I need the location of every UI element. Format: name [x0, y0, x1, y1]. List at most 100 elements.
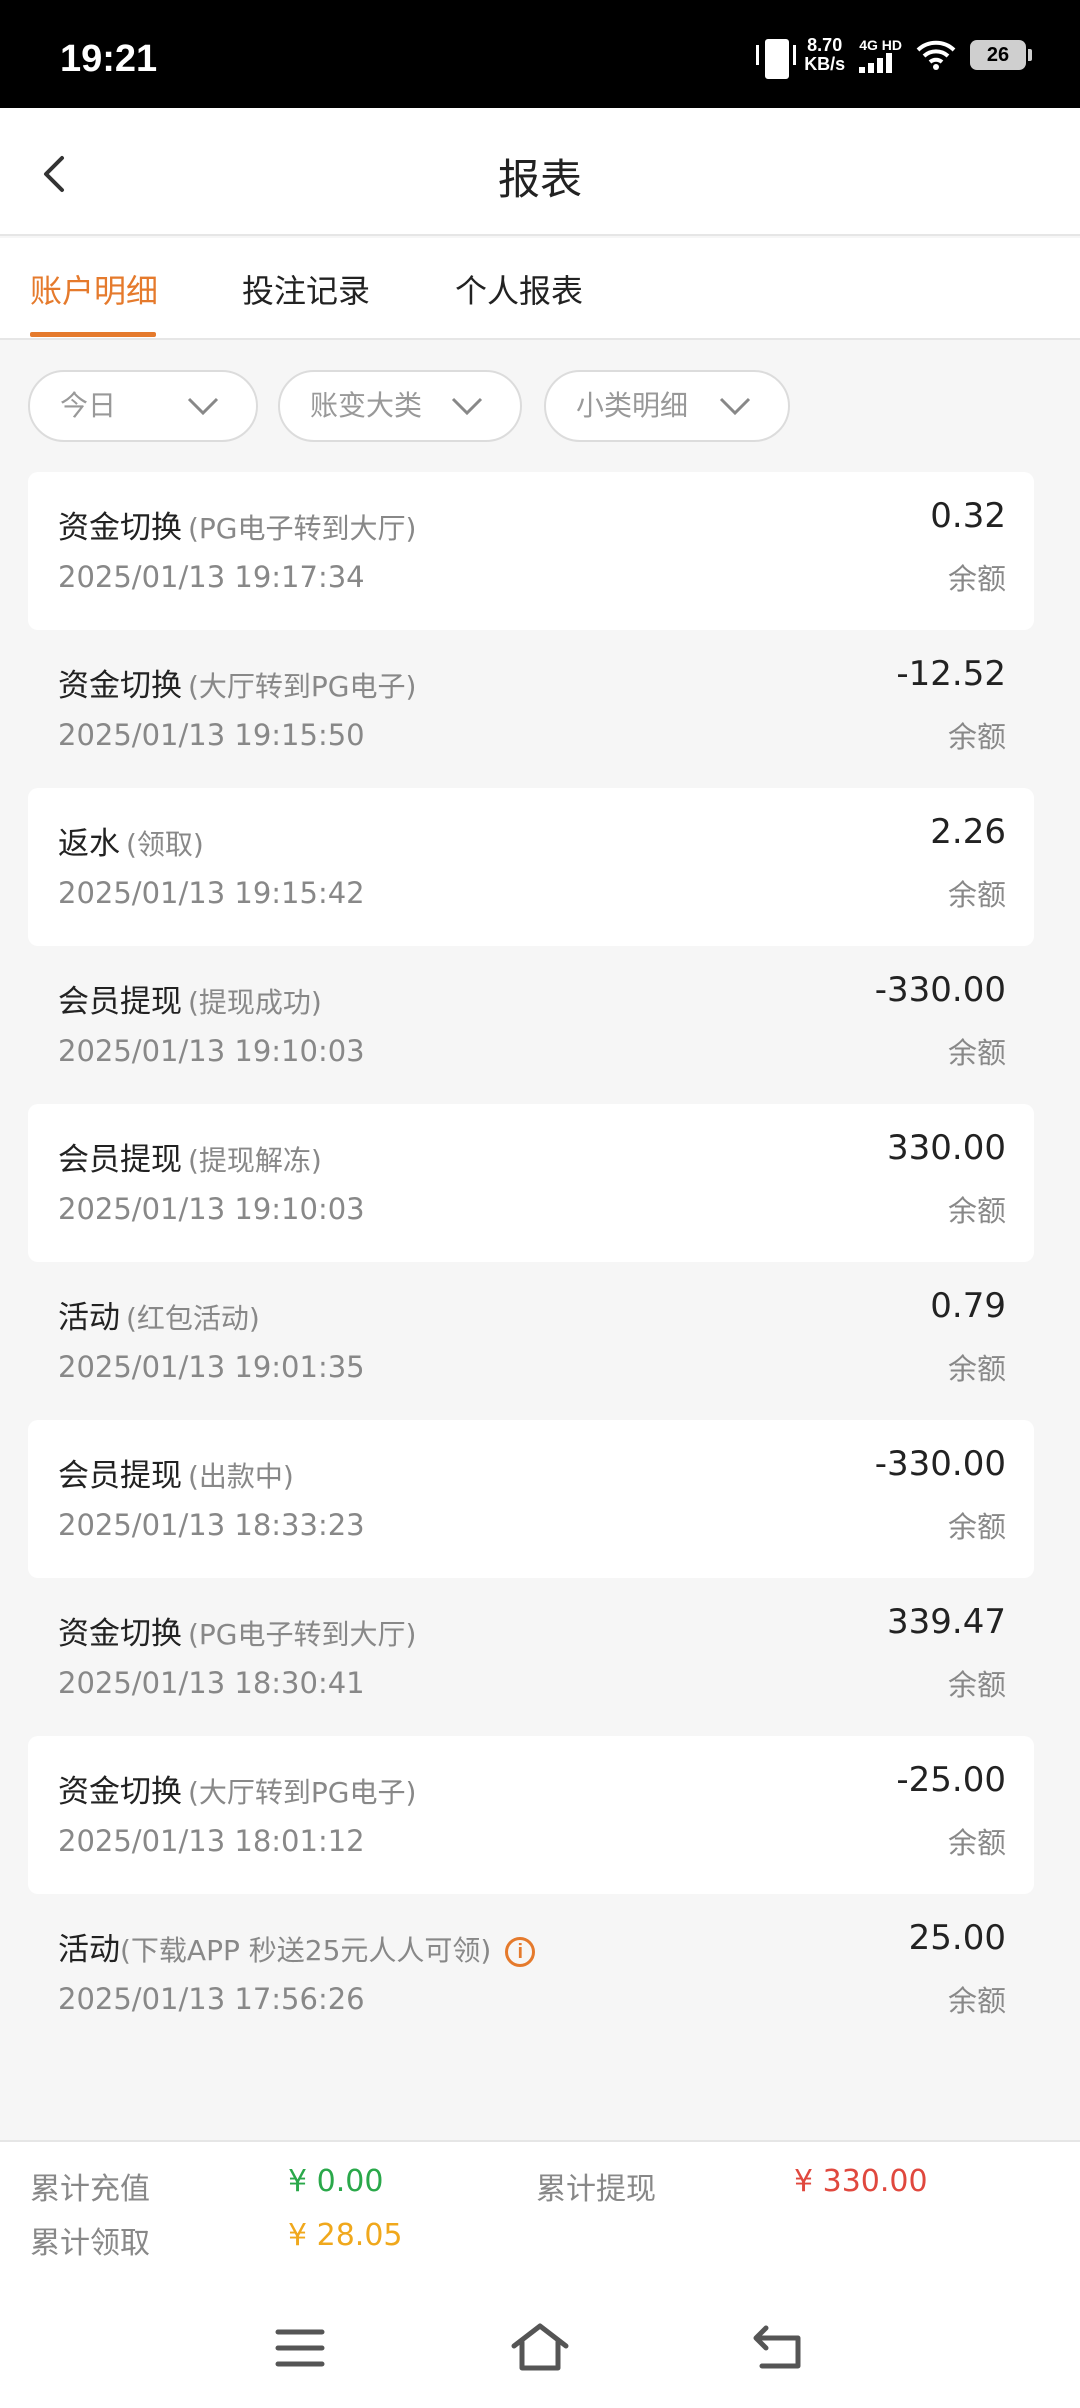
item-detail: (提现成功) — [188, 986, 322, 1019]
chevron-down-icon — [451, 397, 483, 416]
item-amount: -12.52 — [896, 654, 1006, 694]
item-detail: (PG电子转到大厅) — [188, 1618, 417, 1651]
withdraw-label: 累计提现 — [536, 2172, 656, 2207]
filter-subcategory[interactable]: 小类明细 — [544, 370, 790, 442]
list-item[interactable]: 活动(下载APP 秒送25元人人可领) i 2025/01/13 17:56:26… — [28, 1894, 1034, 2052]
status-bar: 19:21 8.70 KB/s 4G HD 26 — [0, 0, 1080, 108]
item-balance-label: 余额 — [947, 1194, 1006, 1228]
home-icon[interactable] — [510, 2322, 570, 2372]
item-amount: 25.00 — [908, 1918, 1006, 1958]
tab-account-details[interactable]: 账户明细 — [30, 266, 158, 312]
item-title: 资金切换 — [58, 510, 182, 546]
item-balance-label: 余额 — [947, 1668, 1006, 1702]
app-header: 报表 — [0, 108, 1080, 236]
summary-panel: 累计充值 ¥ 0.00 累计提现 ¥ 330.00 累计领取 ¥ 28.05 — [0, 2140, 1080, 2282]
chevron-down-icon — [187, 397, 219, 416]
item-detail: (提现解冻) — [188, 1144, 322, 1177]
list-item[interactable]: 资金切换 (PG电子转到大厅) 2025/01/13 18:30:41 339.4… — [28, 1578, 1034, 1736]
item-date: 2025/01/13 19:10:03 — [58, 1034, 365, 1068]
claim-value: ¥ 28.05 — [288, 2218, 403, 2253]
item-date: 2025/01/13 19:15:50 — [58, 718, 365, 752]
tab-personal-report[interactable]: 个人报表 — [455, 266, 583, 312]
system-nav-bar — [0, 2282, 1080, 2408]
return-icon[interactable] — [752, 2324, 808, 2370]
item-date: 2025/01/13 17:56:26 — [58, 1982, 365, 2016]
item-amount: 0.32 — [930, 496, 1006, 536]
wifi-icon — [916, 40, 956, 70]
vibrate-icon — [756, 35, 797, 79]
battery-icon: 26 — [970, 40, 1032, 70]
item-amount: 2.26 — [930, 812, 1006, 852]
item-balance-label: 余额 — [947, 1510, 1006, 1544]
speed-value: 8.70 — [807, 35, 843, 55]
item-title: 会员提现 — [58, 1458, 182, 1494]
item-title: 会员提现 — [58, 1142, 182, 1178]
item-title: 返水 — [58, 826, 120, 862]
item-amount: 0.79 — [930, 1286, 1006, 1326]
item-date: 2025/01/13 19:15:42 — [58, 876, 365, 910]
item-amount: 339.47 — [887, 1602, 1006, 1642]
page-title: 报表 — [497, 155, 582, 204]
list-item[interactable]: 返水 (领取) 2025/01/13 19:15:42 2.26 余额 — [28, 788, 1034, 946]
item-detail: (下载APP 秒送25元人人可领) — [120, 1934, 492, 1967]
withdraw-value: ¥ 330.00 — [794, 2164, 928, 2199]
item-title: 活动 — [58, 1300, 120, 1336]
claim-label: 累计领取 — [30, 2226, 150, 2261]
item-detail: (红包活动) — [126, 1302, 260, 1335]
filter-bar: 今日 账变大类 小类明细 — [0, 370, 1080, 442]
item-balance-label: 余额 — [947, 1826, 1006, 1860]
item-balance-label: 余额 — [947, 1984, 1006, 2018]
item-title: 活动 — [58, 1932, 120, 1968]
list-item[interactable]: 会员提现 (提现成功) 2025/01/13 19:10:03 -330.00 余… — [28, 946, 1034, 1104]
item-detail: (出款中) — [188, 1460, 294, 1493]
list-item[interactable]: 资金切换 (大厅转到PG电子) 2025/01/13 19:15:50 -12.5… — [28, 630, 1034, 788]
list-item[interactable]: 活动 (红包活动) 2025/01/13 19:01:35 0.79 余额 — [28, 1262, 1034, 1420]
recharge-value: ¥ 0.00 — [288, 2164, 384, 2199]
item-date: 2025/01/13 19:17:34 — [58, 560, 365, 594]
item-detail: (领取) — [126, 828, 204, 861]
list-item[interactable]: 资金切换 (PG电子转到大厅) 2025/01/13 19:17:34 0.32 … — [28, 472, 1034, 630]
list-item[interactable]: 会员提现 (出款中) 2025/01/13 18:33:23 -330.00 余额 — [28, 1420, 1034, 1578]
item-date: 2025/01/13 19:10:03 — [58, 1192, 365, 1226]
tab-bar: 账户明细 投注记录 个人报表 — [0, 238, 1080, 340]
list-item[interactable]: 资金切换 (大厅转到PG电子) 2025/01/13 18:01:12 -25.0… — [28, 1736, 1034, 1894]
recharge-label: 累计充值 — [30, 2172, 150, 2207]
item-detail: (PG电子转到大厅) — [188, 512, 417, 545]
filter-category-label: 账变大类 — [310, 389, 423, 422]
info-icon[interactable]: i — [505, 1937, 536, 1967]
item-balance-label: 余额 — [947, 720, 1006, 754]
menu-icon[interactable] — [274, 2326, 326, 2370]
item-amount: -330.00 — [874, 970, 1006, 1010]
filter-category[interactable]: 账变大类 — [278, 370, 522, 442]
item-balance-label: 余额 — [947, 878, 1006, 912]
item-date: 2025/01/13 19:01:35 — [58, 1350, 365, 1384]
item-title: 资金切换 — [58, 1774, 182, 1810]
item-balance-label: 余额 — [947, 1036, 1006, 1070]
item-detail: (大厅转到PG电子) — [188, 670, 417, 703]
filter-subcategory-label: 小类明细 — [576, 389, 689, 422]
item-title: 资金切换 — [58, 668, 182, 704]
chevron-down-icon — [719, 397, 751, 416]
item-title: 资金切换 — [58, 1616, 182, 1652]
item-amount: -25.00 — [896, 1760, 1006, 1800]
item-amount: -330.00 — [874, 1444, 1006, 1484]
speed-unit: KB/s — [804, 54, 846, 74]
item-date: 2025/01/13 18:33:23 — [58, 1508, 365, 1542]
active-tab-indicator — [30, 332, 156, 337]
item-title: 会员提现 — [58, 984, 182, 1020]
item-detail: (大厅转到PG电子) — [188, 1776, 417, 1809]
item-balance-label: 余额 — [947, 562, 1006, 596]
item-amount: 330.00 — [887, 1128, 1006, 1168]
list-item[interactable]: 会员提现 (提现解冻) 2025/01/13 19:10:03 330.00 余额 — [28, 1104, 1034, 1262]
transaction-list: 资金切换 (PG电子转到大厅) 2025/01/13 19:17:34 0.32 … — [28, 472, 1034, 2052]
filter-date-label: 今日 — [60, 389, 117, 422]
tab-bet-records[interactable]: 投注记录 — [242, 266, 370, 312]
item-date: 2025/01/13 18:30:41 — [58, 1666, 365, 1700]
item-balance-label: 余额 — [947, 1352, 1006, 1386]
item-date: 2025/01/13 18:01:12 — [58, 1824, 365, 1858]
network-label: 4G HD — [859, 36, 902, 53]
status-time: 19:21 — [60, 38, 158, 80]
network-speed: 8.70 KB/s — [804, 36, 845, 74]
filter-date[interactable]: 今日 — [28, 370, 258, 442]
cell-signal-icon: 4G HD — [859, 36, 902, 73]
